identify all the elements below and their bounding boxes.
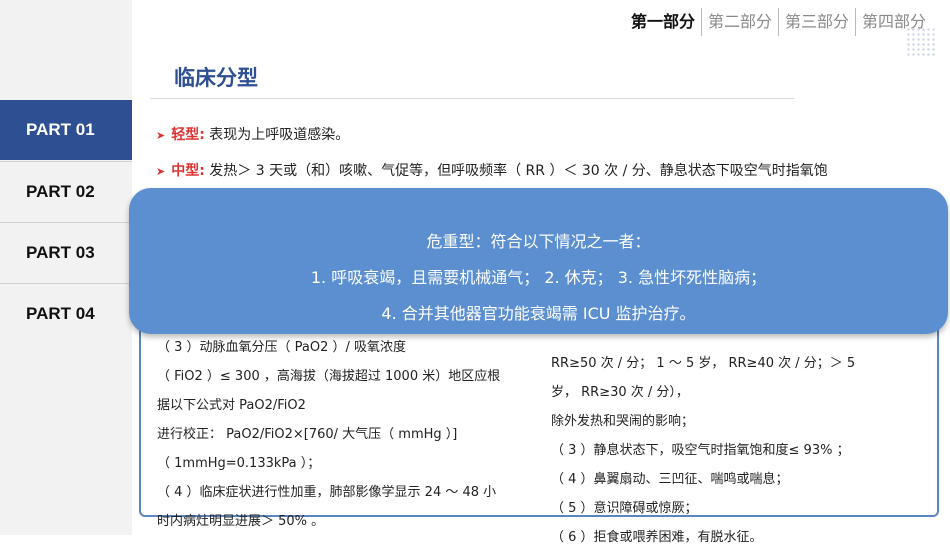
tab-part-1[interactable]: 第一部分 xyxy=(625,8,701,36)
section-nav: 第一部分 第二部分 第三部分 第四部分 xyxy=(625,8,932,36)
criteria-line: 据以下公式对 PaO2/FiO2 xyxy=(157,398,306,413)
arrow-bullet-icon: ➤ xyxy=(156,165,166,178)
bullet-label: 中型: xyxy=(171,163,205,179)
criteria-line: （ 4 ）临床症状进行性加重，肺部影像学显示 24 ～ 48 小 xyxy=(157,485,497,500)
adult-criteria-column: （ 3 ）动脉血氧分压（ PaO2 ）/ 吸氧浓度 （ FiO2 ）≤ 300 … xyxy=(157,333,500,536)
sidebar-item-part-01[interactable]: PART 01 xyxy=(0,100,132,160)
criteria-line: （ 1mmHg=0.133kPa ）； xyxy=(157,456,321,471)
sidebar-item-part-03[interactable]: PART 03 xyxy=(0,222,132,282)
sidebar-item-label: PART 02 xyxy=(26,181,95,201)
criteria-line: （ 5 ）意识障碍或惊厥； xyxy=(551,501,698,516)
criteria-line: 岁， RR≥30 次 / 分）， xyxy=(551,385,689,400)
bullet-label: 轻型: xyxy=(171,127,205,143)
criteria-line: 除外发热和哭闹的影响； xyxy=(551,414,695,429)
criteria-line: 时内病灶明显进展＞ 50% 。 xyxy=(157,514,325,529)
bullet-text: 发热＞ 3 天或（和）咳嗽、气促等，但呼吸频率（ RR ）＜ 30 次 / 分、… xyxy=(209,163,828,179)
sidebar-item-part-02[interactable]: PART 02 xyxy=(0,161,132,221)
callout-line: 4. 合并其他器官功能衰竭需 ICU 监护治疗。 xyxy=(381,304,696,323)
sidebar-item-part-04[interactable]: PART 04 xyxy=(0,283,132,343)
bullet-text: 表现为上呼吸道感染。 xyxy=(209,127,350,143)
title-divider xyxy=(150,98,795,99)
bullet-mild: ➤ 轻型: 表现为上呼吸道感染。 xyxy=(156,125,349,146)
criteria-line: （ 3 ）静息状态下，吸空气时指氧饱和度≤ 93% ； xyxy=(551,443,850,458)
sidebar-item-label: PART 03 xyxy=(26,242,95,262)
criteria-line: （ 3 ）动脉血氧分压（ PaO2 ）/ 吸氧浓度 xyxy=(157,340,407,355)
criteria-line: （ FiO2 ）≤ 300 ，高海拔（海拔超过 1000 米）地区应根 xyxy=(157,369,501,384)
callout-heading: 危重型：符合以下情况之一者： xyxy=(426,232,651,251)
page-title: 临床分型 xyxy=(174,66,258,90)
criteria-line: （ 6 ）拒食或喂养困难，有脱水征。 xyxy=(551,530,763,545)
tab-part-3[interactable]: 第三部分 xyxy=(777,8,855,36)
child-criteria-column: RR≥50 次 / 分； 1 ～ 5 岁， RR≥40 次 / 分；＞ 5 岁，… xyxy=(551,349,855,552)
criteria-line: （ 4 ）鼻翼扇动、三凹征、喘鸣或喘息； xyxy=(551,472,789,487)
sidebar-item-label: PART 01 xyxy=(26,120,95,139)
critical-type-callout: 危重型：符合以下情况之一者： 1. 呼吸衰竭，且需要机械通气； 2. 休克； 3… xyxy=(129,188,948,334)
tab-part-2[interactable]: 第二部分 xyxy=(700,8,778,36)
dot-pattern-decoration xyxy=(906,27,936,57)
arrow-bullet-icon: ➤ xyxy=(156,129,166,142)
callout-line: 1. 呼吸衰竭，且需要机械通气； 2. 休克； 3. 急性坏死性脑病； xyxy=(310,268,767,287)
criteria-line: RR≥50 次 / 分； 1 ～ 5 岁， RR≥40 次 / 分；＞ 5 xyxy=(551,356,856,371)
criteria-line: 进行校正： PaO2/FiO2×[760/ 大气压（ mmHg ）] xyxy=(157,427,458,442)
sidebar-item-label: PART 04 xyxy=(26,303,95,323)
bullet-moderate: ➤ 中型: 发热＞ 3 天或（和）咳嗽、气促等，但呼吸频率（ RR ）＜ 30 次… xyxy=(156,161,828,182)
